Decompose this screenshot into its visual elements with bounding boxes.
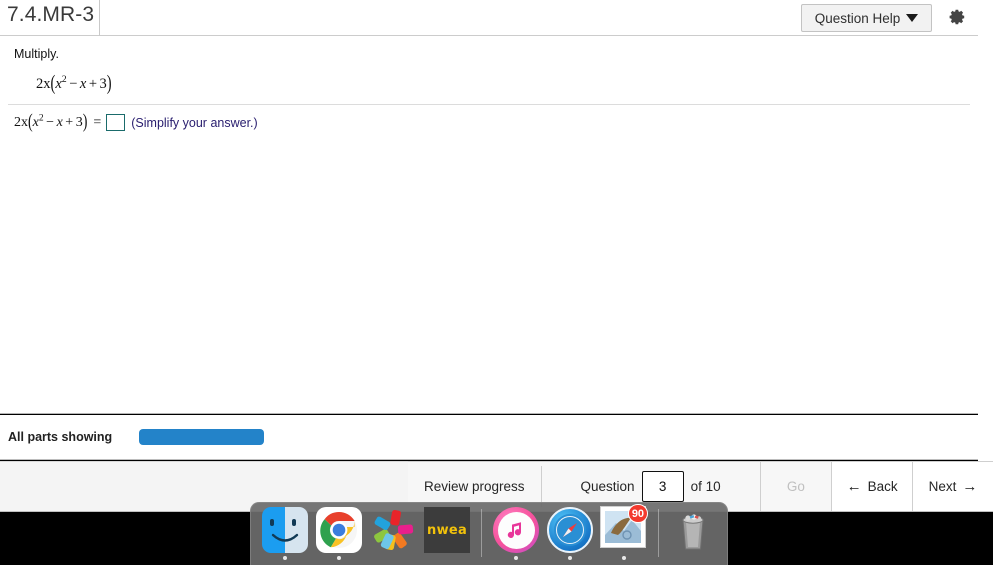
answer-expression: 2x(x2− x +3) bbox=[14, 111, 87, 133]
expr-minus: − bbox=[69, 76, 78, 92]
next-label: Next bbox=[928, 479, 957, 494]
dock-item-mail[interactable]: 90 bbox=[599, 504, 649, 563]
running-indicator bbox=[568, 556, 573, 560]
back-label: Back bbox=[867, 479, 898, 494]
mail-badge: 90 bbox=[627, 504, 649, 523]
dock-item-finder[interactable] bbox=[260, 507, 310, 563]
next-button[interactable]: Next → bbox=[912, 462, 993, 511]
ans-term3: 3 bbox=[75, 114, 83, 130]
ans-term2: x bbox=[56, 114, 63, 130]
page-title: 7.4.MR-3 bbox=[7, 3, 95, 26]
answer-input[interactable] bbox=[106, 114, 126, 131]
arrow-right-icon: → bbox=[962, 478, 978, 495]
dock-item-trash[interactable] bbox=[668, 507, 718, 563]
all-parts-label: All parts showing bbox=[8, 430, 113, 444]
question-expression: 2x(x2− x +3) bbox=[36, 72, 112, 95]
header-divider bbox=[99, 0, 100, 36]
review-progress-label: Review progress bbox=[424, 479, 525, 494]
question-prompt: Multiply. bbox=[14, 47, 59, 61]
dock-separator-1 bbox=[481, 509, 483, 557]
exercise-body: Multiply. 2x(x2− x +3) 2x(x2− x +3) = (Simpl… bbox=[0, 36, 978, 450]
running-indicator bbox=[514, 556, 519, 560]
ans-minus: − bbox=[46, 114, 55, 130]
photos-pinwheel-icon bbox=[370, 507, 416, 553]
answer-row: 2x(x2− x +3) = (Simplify your answer.) bbox=[14, 111, 258, 133]
question-number-input[interactable] bbox=[641, 471, 684, 502]
finder-icon bbox=[262, 507, 308, 553]
ans-close-paren: ) bbox=[82, 110, 88, 133]
go-button[interactable]: Go bbox=[759, 462, 832, 511]
expr-term3: 3 bbox=[99, 76, 107, 92]
dock-item-safari[interactable] bbox=[545, 507, 595, 563]
dock-separator-2 bbox=[658, 509, 660, 557]
action-bar-right-margin bbox=[978, 415, 993, 461]
expr-open-paren: ( bbox=[50, 72, 56, 96]
question-label: Question bbox=[580, 479, 635, 494]
nwea-icon: nwea bbox=[424, 507, 471, 553]
exercise-window: 7.4.MR-3 Question Help Multiply. 2x(x2− x… bbox=[0, 0, 978, 450]
ans-coefficient: 2x bbox=[14, 114, 28, 130]
gear-icon[interactable] bbox=[944, 6, 968, 30]
itunes-icon bbox=[493, 507, 540, 553]
expression-divider bbox=[8, 104, 970, 105]
equals-sign: = bbox=[93, 114, 102, 130]
running-indicator bbox=[622, 556, 627, 560]
dock-item-photos-pinwheel[interactable] bbox=[368, 507, 418, 563]
trash-icon bbox=[670, 507, 716, 553]
dock-item-itunes[interactable] bbox=[491, 507, 541, 563]
dock-item-chrome[interactable] bbox=[314, 507, 364, 563]
chrome-icon bbox=[316, 507, 363, 553]
macos-dock: nwea 90 bbox=[250, 502, 728, 565]
nwea-wordmark: nwea bbox=[424, 507, 471, 553]
running-indicator bbox=[283, 556, 287, 560]
arrow-left-icon: ← bbox=[846, 478, 862, 495]
ans-exponent: 2 bbox=[38, 112, 44, 123]
of-total-label: of 10 bbox=[690, 479, 721, 494]
question-help-button[interactable]: Question Help bbox=[801, 4, 932, 32]
safari-icon bbox=[547, 507, 594, 553]
expr-coefficient: 2x bbox=[36, 76, 51, 92]
back-button[interactable]: ← Back bbox=[831, 462, 913, 511]
ans-open-paren: ( bbox=[28, 110, 33, 133]
exercise-header: 7.4.MR-3 Question Help bbox=[0, 0, 978, 36]
running-indicator bbox=[337, 556, 342, 560]
mail-icon: 90 bbox=[601, 504, 649, 553]
window-right-margin bbox=[978, 0, 993, 415]
ans-plus: + bbox=[65, 114, 74, 130]
answer-hint: (Simplify your answer.) bbox=[131, 115, 258, 130]
progress-bar bbox=[139, 429, 264, 445]
expr-plus: + bbox=[88, 76, 98, 92]
dock-item-nwea[interactable]: nwea bbox=[422, 507, 472, 563]
expr-close-paren: ) bbox=[106, 72, 112, 96]
expr-exponent: 2 bbox=[61, 74, 67, 86]
question-help-label: Question Help bbox=[814, 10, 901, 26]
chevron-down-icon bbox=[906, 14, 919, 22]
desktop-background: 7.4.MR-3 Question Help Multiply. 2x(x2− x… bbox=[0, 0, 993, 565]
